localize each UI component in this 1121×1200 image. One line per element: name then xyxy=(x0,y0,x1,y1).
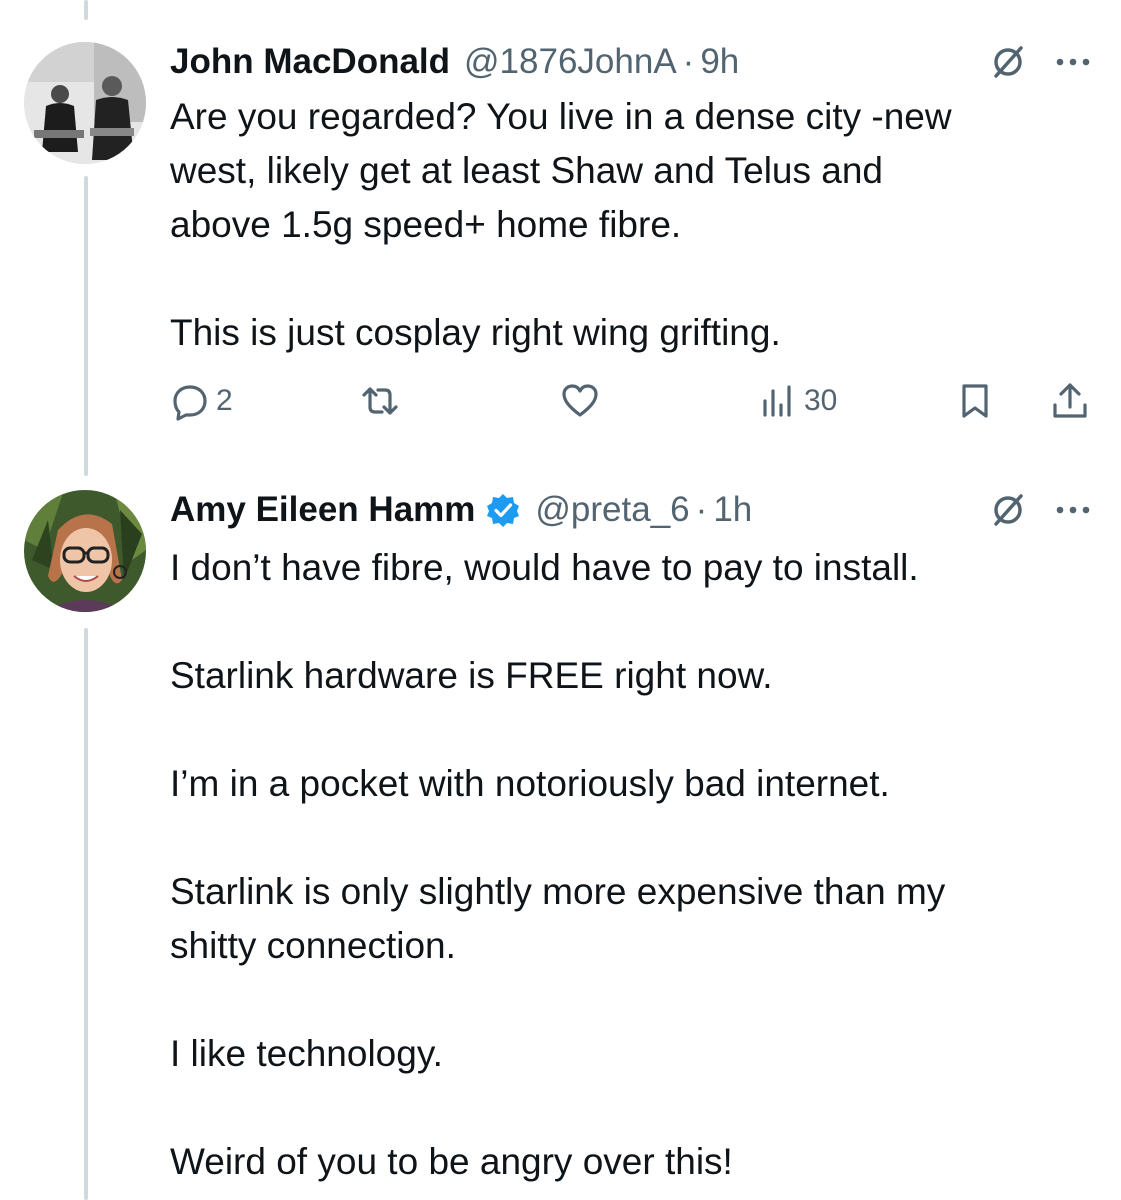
views-button[interactable]: 30 xyxy=(758,378,837,424)
retweet-icon xyxy=(362,387,398,415)
share-icon xyxy=(1053,383,1087,418)
grok-icon[interactable] xyxy=(988,490,1028,530)
tweet-text: Are you regarded? You live in a dense ci… xyxy=(170,90,1090,360)
display-name[interactable]: John MacDonald xyxy=(170,42,450,82)
like-button[interactable] xyxy=(560,378,606,424)
bookmark-button[interactable] xyxy=(955,378,995,424)
tweet-line xyxy=(170,252,1090,306)
tweet-line: Starlink is only slightly more expensive… xyxy=(170,871,946,912)
tweet-header: John MacDonald @1876JohnA · 9h xyxy=(170,40,739,84)
user-handle[interactable]: @preta_6 xyxy=(535,490,689,530)
tweet-line: I’m in a pocket with notoriously bad int… xyxy=(170,763,890,804)
tweet-line: west, likely get at least Shaw and Telus… xyxy=(170,150,884,191)
display-name[interactable]: Amy Eileen Hamm xyxy=(170,490,475,530)
avatar[interactable] xyxy=(24,490,146,612)
thread-line-middle xyxy=(84,176,88,476)
more-icon[interactable] xyxy=(1054,504,1094,516)
share-button[interactable] xyxy=(1050,378,1090,424)
more-icon[interactable] xyxy=(1054,56,1094,68)
tweet-line: shitty connection. xyxy=(170,925,456,966)
user-handle[interactable]: @1876JohnA xyxy=(464,42,677,82)
reply-icon xyxy=(173,385,207,421)
avatar[interactable] xyxy=(24,42,146,164)
tweet-line: above 1.5g speed+ home fibre. xyxy=(170,204,682,245)
tweet-text: I don’t have fibre, would have to pay to… xyxy=(170,541,1090,1189)
avatar-photo xyxy=(24,42,146,164)
tweet-line: Weird of you to be angry over this! xyxy=(170,1141,733,1182)
retweet-button[interactable] xyxy=(360,378,406,424)
tweet-line: Starlink hardware is FREE right now. xyxy=(170,655,773,696)
tweet-line: This is just cosplay right wing grifting… xyxy=(170,312,781,353)
thread-line-bottom xyxy=(84,628,88,1200)
tweet-line xyxy=(170,973,1090,1027)
separator: · xyxy=(695,490,708,529)
reply-button[interactable]: 2 xyxy=(170,378,233,424)
grok-icon[interactable] xyxy=(988,42,1028,82)
tweet-line: Are you regarded? You live in a dense ci… xyxy=(170,96,952,137)
timestamp[interactable]: 1h xyxy=(713,490,752,530)
tweet-header: Amy Eileen Hamm @preta_6 · 1h xyxy=(170,488,752,532)
tweet-line xyxy=(170,703,1090,757)
tweet-line: I like technology. xyxy=(170,1033,443,1074)
reply-count: 2 xyxy=(216,384,233,417)
tweet-line xyxy=(170,595,1090,649)
thread-line-top xyxy=(84,0,88,20)
views-count: 30 xyxy=(804,384,838,417)
tweet-line: I don’t have fibre, would have to pay to… xyxy=(170,547,919,588)
separator: · xyxy=(682,42,695,81)
views-icon xyxy=(763,385,791,417)
bookmark-icon xyxy=(962,384,988,418)
timestamp[interactable]: 9h xyxy=(700,42,739,82)
avatar-photo xyxy=(24,490,146,612)
tweet-line xyxy=(170,811,1090,865)
action-bar: 2 30 xyxy=(170,378,1095,424)
like-icon xyxy=(562,384,598,417)
verified-badge-icon xyxy=(487,494,520,527)
tweet-line xyxy=(170,1081,1090,1135)
